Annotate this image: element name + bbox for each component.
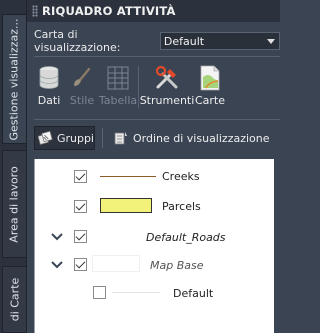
tree-border xyxy=(34,159,35,333)
line-style-swatch xyxy=(100,176,156,177)
side-tab-workspace[interactable]: Area di lavoro xyxy=(2,150,26,258)
maps-button[interactable]: Carte xyxy=(194,60,226,114)
layer-visibility-checkbox[interactable] xyxy=(74,200,87,213)
layer-name: Default xyxy=(173,287,214,300)
panel-title-bar[interactable]: RIQUADRO ATTIVITÀ xyxy=(27,0,280,22)
tools-icon xyxy=(153,64,181,92)
side-tab-label: Gestione visualizzaz... xyxy=(8,17,21,141)
display-map-label: Carta di visualizzazione: xyxy=(34,28,121,54)
chevron-down-icon[interactable] xyxy=(50,258,64,272)
brush-icon xyxy=(68,64,96,92)
tool-label: Tabella xyxy=(98,94,138,107)
tool-label: Strumenti xyxy=(139,94,195,107)
panel-title: RIQUADRO ATTIVITÀ xyxy=(42,4,176,18)
table-button[interactable]: Tabella xyxy=(99,60,137,114)
blank-style-swatch xyxy=(92,255,140,272)
layer-visibility-checkbox[interactable] xyxy=(93,286,106,299)
layer-visibility-checkbox[interactable] xyxy=(74,258,87,271)
layer-row-parcels[interactable]: Parcels xyxy=(34,195,274,217)
layer-group-name: Map Base xyxy=(150,259,204,272)
divider xyxy=(34,56,280,57)
tab-groups[interactable]: Gruppi xyxy=(34,126,95,150)
polygon-style-swatch xyxy=(100,198,152,213)
tool-label: Carte xyxy=(194,94,226,107)
map-icon xyxy=(196,64,224,92)
style-button[interactable]: Stile xyxy=(67,60,97,114)
side-tab-map-explorer[interactable]: di Carte xyxy=(2,266,26,333)
chevron-down-icon xyxy=(267,38,275,44)
tool-label: Stile xyxy=(69,94,95,107)
display-map-row: Carta di visualizzazione: Default xyxy=(34,28,280,54)
tab-draw-order[interactable]: Ordine di visualizzazione xyxy=(110,126,270,150)
tab-label: Ordine di visualizzazione xyxy=(133,131,270,145)
side-tab-strip: Gestione visualizzaz... Area di lavoro d… xyxy=(0,0,27,333)
groups-icon xyxy=(38,130,53,145)
layer-name: Creeks xyxy=(162,170,200,183)
layer-row-creeks[interactable]: Creeks xyxy=(34,166,274,188)
display-map-value: Default xyxy=(163,34,205,48)
side-tab-display-manager[interactable]: Gestione visualizzaz... xyxy=(2,14,26,144)
database-icon xyxy=(35,64,63,92)
side-tab-label: di Carte xyxy=(8,277,21,322)
tool-label: Dati xyxy=(37,94,61,107)
tab-separator xyxy=(102,128,103,148)
line-style-swatch xyxy=(112,292,160,293)
layer-row-default[interactable]: Default xyxy=(34,282,274,304)
layer-row-default-roads[interactable]: Default_Roads xyxy=(34,226,274,248)
layer-visibility-checkbox[interactable] xyxy=(74,230,87,243)
task-toolbar: Dati Stile Tabella Strumenti Carte xyxy=(34,60,280,114)
layer-visibility-checkbox[interactable] xyxy=(74,170,87,183)
draw-order-icon xyxy=(114,132,127,145)
display-map-dropdown[interactable]: Default xyxy=(159,32,280,50)
layer-row-map-base[interactable]: Map Base xyxy=(34,254,274,276)
data-button[interactable]: Dati xyxy=(34,60,64,114)
tab-label: Gruppi xyxy=(56,131,94,145)
layer-tree: Creeks Parcels Default_Roads Map Base De… xyxy=(34,159,274,333)
layer-name: Parcels xyxy=(162,200,201,213)
table-icon xyxy=(104,64,132,92)
tools-button[interactable]: Strumenti xyxy=(139,60,195,114)
chevron-down-icon[interactable] xyxy=(50,230,64,244)
divider xyxy=(34,119,280,120)
drag-grip-icon[interactable] xyxy=(32,5,38,17)
layer-group-name: Default_Roads xyxy=(146,231,226,244)
view-tabs: Gruppi Ordine di visualizzazione xyxy=(34,126,280,150)
side-tab-label: Area di lavoro xyxy=(8,165,21,243)
